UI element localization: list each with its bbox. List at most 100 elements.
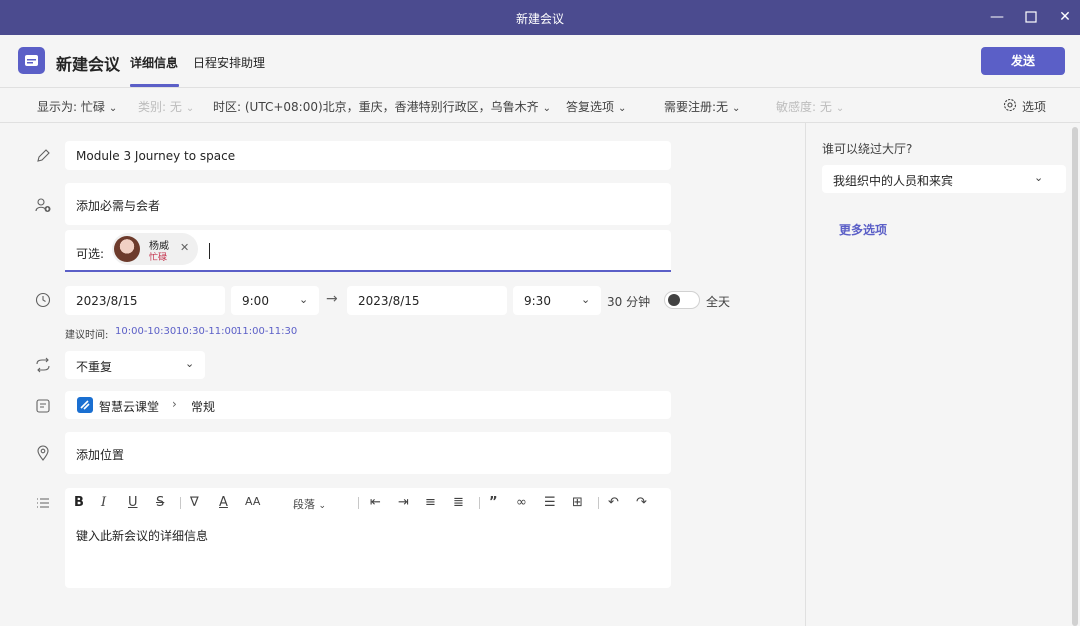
location-placeholder: 添加位置: [76, 448, 125, 462]
minimize-icon[interactable]: —: [985, 6, 1009, 28]
italic-icon[interactable]: I: [101, 495, 106, 510]
avatar: [114, 236, 140, 262]
details-list-icon: [37, 498, 49, 508]
outdent-icon[interactable]: ⇤: [370, 495, 381, 510]
font-color-icon[interactable]: A: [219, 495, 228, 510]
duration-label: 30 分钟: [607, 295, 651, 309]
undo-icon[interactable]: ↶: [608, 495, 619, 510]
chevron-down-icon: ⌄: [581, 293, 591, 306]
strikethrough-icon[interactable]: S: [156, 495, 164, 510]
tab-scheduling-assistant[interactable]: 日程安排助理: [193, 54, 265, 71]
chevron-down-icon: ⌄: [835, 103, 845, 114]
window-titlebar: 新建会议 — ✕: [0, 0, 1080, 35]
underline-icon[interactable]: U: [128, 495, 138, 510]
meeting-options-panel: [805, 123, 1080, 626]
suggested-times-label: 建议时间:: [65, 330, 109, 341]
timezone-label: 时区: (UTC+08:00)北京，重庆，香港特别行政区，乌鲁木齐: [213, 100, 539, 114]
chevron-down-icon: ⌄: [299, 293, 309, 306]
redo-icon[interactable]: ↷: [636, 495, 647, 510]
calendar-icon: [18, 47, 45, 74]
toolbar-divider: [358, 497, 359, 509]
location-input[interactable]: 添加位置: [65, 432, 671, 474]
chevron-down-icon: ⌄: [108, 103, 118, 114]
bullet-list-icon[interactable]: ≡: [425, 495, 436, 510]
timezone-dropdown[interactable]: 时区: (UTC+08:00)北京，重庆，香港特别行政区，乌鲁木齐 ⌄: [213, 98, 551, 115]
clock-icon: [35, 292, 51, 308]
text-cursor: [209, 243, 210, 259]
chevron-down-icon: ⌄: [542, 103, 552, 114]
bold-icon[interactable]: B: [74, 495, 84, 510]
repeat-icon: [36, 357, 50, 373]
channel-icon: [36, 399, 50, 413]
chevron-down-icon: ⌄: [185, 103, 195, 114]
chevron-down-icon: ⌄: [318, 501, 327, 511]
chevron-down-icon: ⌄: [1034, 171, 1044, 184]
location-icon: [37, 445, 49, 461]
all-day-label: 全天: [706, 295, 731, 309]
required-attendees-input[interactable]: 添加必需与会者: [65, 183, 671, 225]
suggested-time-3[interactable]: 11:00-11:30: [236, 326, 297, 337]
quote-icon[interactable]: ”: [489, 495, 498, 510]
highlight-icon[interactable]: ∇: [190, 495, 199, 510]
end-date-picker[interactable]: 2023/8/15: [347, 286, 507, 315]
close-icon[interactable]: ✕: [1053, 6, 1077, 28]
link-icon[interactable]: ∞: [516, 495, 527, 510]
all-day-toggle[interactable]: [664, 291, 700, 309]
meeting-header: 新建会议 详细信息 日程安排助理 发送: [0, 35, 1080, 87]
remove-attendee-icon[interactable]: ✕: [180, 241, 189, 254]
optional-label: 可选:: [76, 247, 105, 261]
title-input[interactable]: Module 3 Journey to space: [65, 141, 671, 170]
category-dropdown: 类别: 无 ⌄: [138, 98, 194, 115]
font-size-icon[interactable]: AA: [245, 495, 260, 508]
registration-dropdown[interactable]: 需要注册:无 ⌄: [664, 98, 740, 115]
more-options-link[interactable]: 更多选项: [839, 221, 887, 238]
category-label: 类别: 无: [138, 100, 182, 114]
gear-icon[interactable]: [1002, 97, 1018, 113]
start-date-picker[interactable]: 2023/8/15: [65, 286, 225, 315]
sensitivity-dropdown: 敏感度: 无 ⌄: [776, 98, 844, 115]
channel-input[interactable]: 智慧云课堂 › 常规: [65, 391, 671, 419]
start-date-value: 2023/8/15: [76, 294, 138, 308]
response-options-dropdown[interactable]: 答复选项 ⌄: [566, 98, 626, 115]
add-person-icon: [35, 198, 51, 212]
numbered-list-icon[interactable]: ≣: [453, 495, 464, 510]
chevron-down-icon: ⌄: [732, 103, 741, 114]
page-title: 新建会议: [56, 55, 121, 74]
lobby-label: 谁可以绕过大厅?: [822, 142, 913, 156]
indent-icon[interactable]: ⇥: [398, 495, 409, 510]
start-time-dropdown[interactable]: 9:00 ⌄: [231, 286, 319, 315]
show-as-label: 显示为: 忙碌: [37, 100, 105, 114]
registration-label: 需要注册:无: [664, 100, 729, 114]
maximize-icon[interactable]: [1019, 6, 1043, 28]
toolbar-divider: [180, 497, 181, 509]
end-time-dropdown[interactable]: 9:30 ⌄: [513, 286, 601, 315]
required-attendees-placeholder: 添加必需与会者: [76, 199, 161, 213]
suggested-time-1[interactable]: 10:00-10:30: [115, 326, 176, 337]
show-as-dropdown[interactable]: 显示为: 忙碌 ⌄: [37, 98, 117, 115]
attendee-chip[interactable]: 杨威 忙碌 ✕: [112, 233, 198, 265]
toolbar-divider: [479, 497, 480, 509]
channel-name: 常规: [191, 400, 216, 414]
suggested-time-2[interactable]: 10:30-11:00: [176, 326, 237, 337]
paragraph-dropdown[interactable]: 段落 ⌄: [293, 496, 326, 512]
chevron-down-icon: ⌄: [618, 103, 627, 114]
toolbar-divider: [598, 497, 599, 509]
scrollbar[interactable]: [1072, 127, 1078, 626]
response-options-label: 答复选项: [566, 100, 615, 114]
pencil-icon: [37, 149, 50, 162]
attendee-status: 忙碌: [149, 253, 168, 263]
sensitivity-label: 敏感度: 无: [776, 100, 832, 114]
options-button[interactable]: 选项: [1022, 98, 1046, 115]
options-bar: 显示为: 忙碌 ⌄ 类别: 无 ⌄ 时区: (UTC+08:00)北京，重庆，香港特…: [0, 87, 1080, 123]
repeat-dropdown[interactable]: 不重复 ⌄: [65, 351, 205, 379]
paragraph-label: 段落: [293, 498, 315, 511]
table-icon[interactable]: ⊞: [572, 495, 583, 510]
send-button[interactable]: 发送: [981, 47, 1065, 75]
tab-details[interactable]: 详细信息: [130, 54, 178, 71]
horizontal-rule-icon[interactable]: ☰: [544, 495, 556, 510]
team-logo-icon: [77, 397, 93, 413]
end-time-value: 9:30: [524, 294, 551, 308]
toggle-knob: [668, 294, 680, 306]
end-date-value: 2023/8/15: [358, 294, 420, 308]
lobby-bypass-dropdown[interactable]: 我组织中的人员和来宾 ⌄: [822, 165, 1066, 193]
